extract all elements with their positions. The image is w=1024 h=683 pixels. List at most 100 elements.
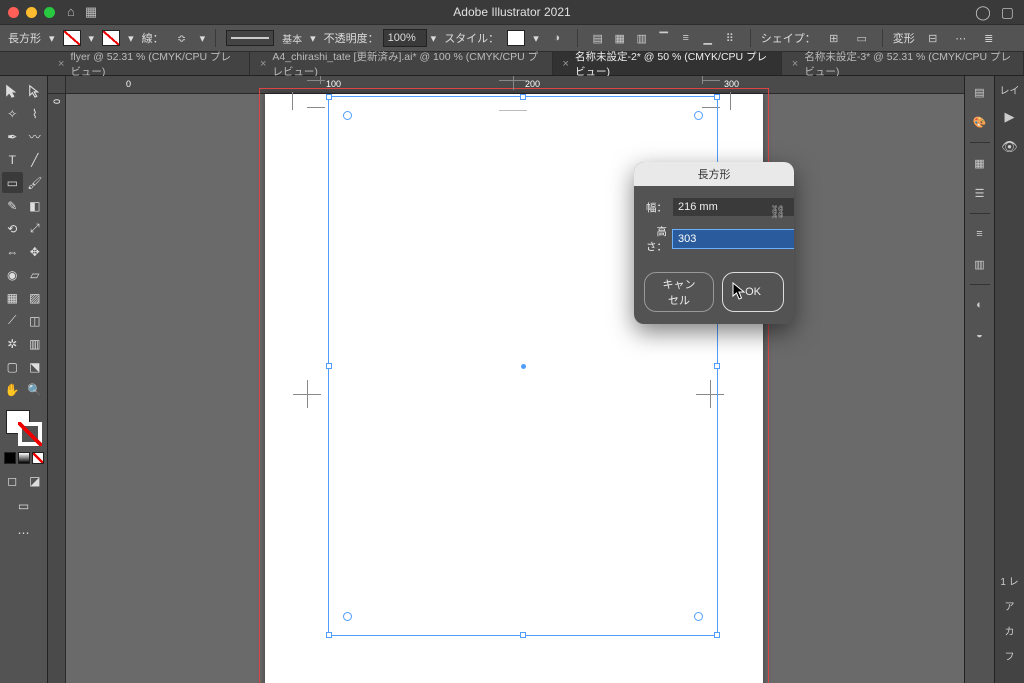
properties-panel-icon[interactable]: ▤: [970, 82, 990, 102]
scale-tool[interactable]: ⤢: [25, 218, 46, 239]
slice-tool[interactable]: ⬔: [25, 356, 46, 377]
align-mid-icon[interactable]: ≡: [676, 29, 696, 47]
stroke-swatch[interactable]: [102, 30, 120, 46]
hand-tool[interactable]: ✋: [2, 379, 23, 400]
gradient-panel-icon[interactable]: ▥: [970, 254, 990, 274]
symbol-sprayer-tool[interactable]: ✲: [2, 333, 23, 354]
shaper-tool[interactable]: ✎: [2, 195, 23, 216]
curvature-tool[interactable]: 〰: [25, 126, 46, 147]
dropdown-icon[interactable]: ▾: [533, 32, 539, 45]
pen-tool[interactable]: ✒: [2, 126, 23, 147]
draw-normal-icon[interactable]: ◻: [2, 470, 23, 491]
shape-more-icon[interactable]: ▭: [852, 29, 872, 47]
close-tab-icon[interactable]: ×: [792, 58, 798, 70]
width-tool[interactable]: ⇔: [2, 241, 23, 262]
line-tool[interactable]: ╱: [25, 149, 46, 170]
ruler-origin[interactable]: [48, 76, 66, 94]
dropdown-icon[interactable]: ▾: [310, 32, 316, 45]
color-mode-gradient[interactable]: [18, 452, 30, 464]
lasso-tool[interactable]: ⌇: [25, 103, 46, 124]
dropdown-icon[interactable]: ▾: [128, 32, 134, 45]
mesh-tool[interactable]: ▦: [2, 287, 23, 308]
fill-stroke-indicator[interactable]: [4, 408, 44, 448]
align-left-icon[interactable]: ▤: [588, 29, 608, 47]
cancel-button[interactable]: キャンセル: [644, 272, 714, 312]
ruler-horizontal[interactable]: 0 100 200 300: [66, 76, 964, 94]
stroke-profile-preview[interactable]: [226, 30, 274, 46]
rotate-tool[interactable]: ⟲: [2, 218, 23, 239]
doc-tab[interactable]: ×名称未設定-3* @ 52.31 % (CMYK/CPU プレビュー): [782, 52, 1024, 75]
eraser-tool[interactable]: ◧: [25, 195, 46, 216]
dropdown-icon[interactable]: ▾: [431, 32, 437, 45]
constrain-proportions-icon[interactable]: ⛓: [769, 204, 786, 220]
opacity-input[interactable]: [383, 29, 427, 47]
edit-toolbar-icon[interactable]: ⋯: [13, 522, 34, 543]
brushes-panel-icon[interactable]: ☰: [970, 183, 990, 203]
swatches-panel-icon[interactable]: ▦: [970, 153, 990, 173]
color-mode-none[interactable]: [32, 452, 44, 464]
appearance-panel-icon[interactable]: ◒: [970, 325, 990, 345]
magic-wand-tool[interactable]: ✧: [2, 103, 23, 124]
doc-tab[interactable]: ×flyer @ 52.31 % (CMYK/CPU プレビュー): [48, 52, 250, 75]
canvas[interactable]: 長方形 幅： 高さ： ⛓ キャンセル OK: [66, 94, 964, 683]
ok-button[interactable]: OK: [722, 272, 784, 312]
align-center-icon[interactable]: ▦: [610, 29, 630, 47]
color-mode-solid[interactable]: [4, 452, 16, 464]
panel-char-fu[interactable]: フ: [1005, 648, 1015, 663]
paintbrush-tool[interactable]: 🖌: [25, 172, 46, 193]
shape-builder-tool[interactable]: ◉: [2, 264, 23, 285]
align-top-icon[interactable]: ▔: [654, 29, 674, 47]
zoom-tool[interactable]: 🔍: [25, 379, 46, 400]
stroke-weight-stepper[interactable]: ≎: [172, 29, 192, 47]
selection-tool[interactable]: [2, 80, 23, 101]
gradient-tool[interactable]: ▨: [25, 287, 46, 308]
blend-tool[interactable]: ◫: [25, 310, 46, 331]
doc-tab[interactable]: ×名称未設定-2* @ 50 % (CMYK/CPU プレビュー): [553, 52, 782, 75]
graph-tool[interactable]: ▥: [25, 333, 46, 354]
more-options-icon[interactable]: ⋯: [951, 29, 971, 47]
arrange-icon[interactable]: ▢: [1001, 4, 1014, 21]
doc-tab[interactable]: ×A4_chirashi_tate [更新済み].ai* @ 100 % (CM…: [250, 52, 553, 75]
layers-toggle-icon[interactable]: ▶: [1000, 107, 1020, 127]
distribute-icon[interactable]: ⠿: [720, 29, 740, 47]
ruler-vertical[interactable]: 0: [48, 94, 66, 683]
maximize-window-icon[interactable]: [44, 7, 55, 18]
rectangle-tool[interactable]: ▭: [2, 172, 23, 193]
dropdown-icon[interactable]: ▾: [49, 32, 55, 45]
close-window-icon[interactable]: [8, 7, 19, 18]
dropdown-icon[interactable]: ▾: [200, 32, 206, 45]
home-icon[interactable]: ⌂: [67, 4, 75, 20]
align-right-icon[interactable]: ▥: [632, 29, 652, 47]
close-tab-icon[interactable]: ×: [260, 58, 266, 70]
type-tool[interactable]: T: [2, 149, 23, 170]
transparency-panel-icon[interactable]: ◐: [970, 295, 990, 315]
screen-mode-icon[interactable]: ▭: [13, 495, 34, 516]
draw-behind-icon[interactable]: ◪: [25, 470, 46, 491]
isolate-icon[interactable]: ⊟: [923, 29, 943, 47]
height-input[interactable]: [673, 230, 794, 248]
menu-grid-icon[interactable]: ▦: [85, 4, 95, 20]
direct-selection-tool[interactable]: [25, 80, 46, 101]
fill-swatch[interactable]: [63, 30, 81, 46]
style-swatch[interactable]: [507, 30, 525, 46]
panel-char-a[interactable]: ア: [1005, 598, 1015, 613]
artboard-tool[interactable]: ▢: [2, 356, 23, 377]
panel-menu-icon[interactable]: ≣: [979, 29, 999, 47]
panel-char-ka[interactable]: カ: [1005, 623, 1015, 638]
close-tab-icon[interactable]: ×: [563, 58, 569, 70]
stroke-indicator[interactable]: [18, 422, 42, 446]
minimize-window-icon[interactable]: [26, 7, 37, 18]
align-bottom-icon[interactable]: ▁: [698, 29, 718, 47]
free-transform-tool[interactable]: ✥: [25, 241, 46, 262]
transform-label[interactable]: 変形: [893, 30, 915, 46]
perspective-tool[interactable]: ▱: [25, 264, 46, 285]
user-icon[interactable]: ◯: [975, 4, 991, 21]
eyedropper-tool[interactable]: ⟋: [2, 310, 23, 331]
dropdown-icon[interactable]: ▾: [89, 32, 95, 45]
recolor-icon[interactable]: ◑: [547, 29, 567, 47]
stroke-panel-icon[interactable]: ≡: [970, 224, 990, 244]
layers-panel-tab[interactable]: レイ: [1000, 82, 1020, 97]
color-panel-icon[interactable]: 🎨: [970, 112, 990, 132]
visibility-icon[interactable]: 👁: [1000, 137, 1020, 157]
shape-expand-icon[interactable]: ⊞: [824, 29, 844, 47]
